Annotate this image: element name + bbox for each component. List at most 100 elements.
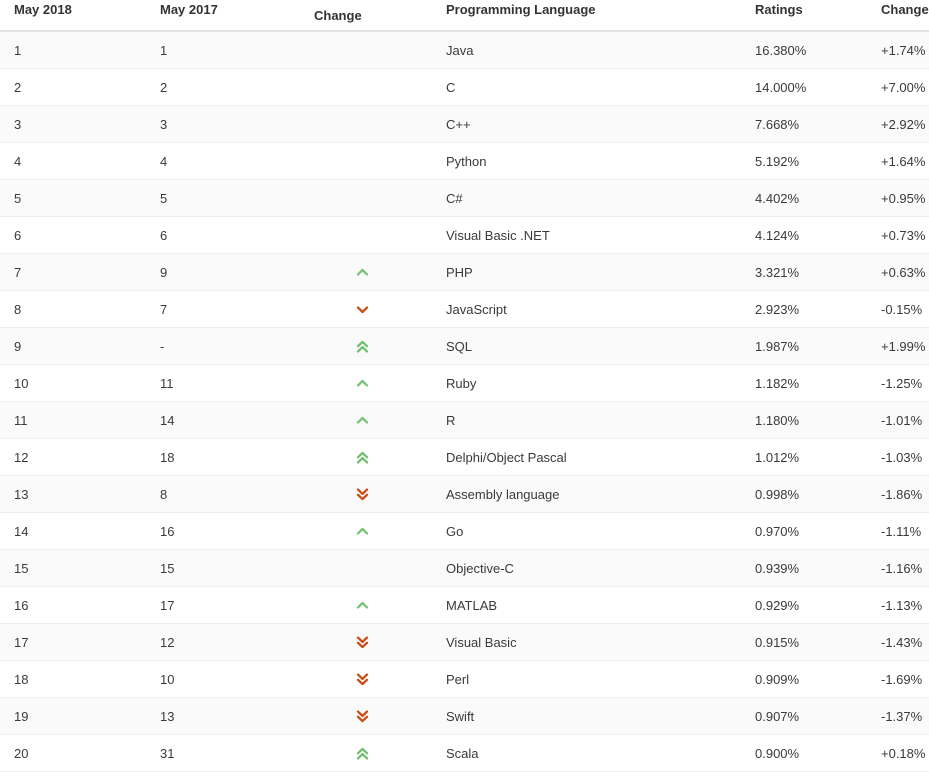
cell-rank-current: 17 (0, 623, 146, 661)
cell-language-name: JavaScript (432, 290, 751, 328)
no-change-placeholder (355, 227, 369, 241)
chevron-double-up-icon (355, 450, 370, 465)
cell-ratings-value: 0.915% (751, 623, 877, 661)
cell-ratings-value: 3.321% (751, 253, 877, 291)
cell-ratings-change: -1.86% (877, 475, 929, 513)
cell-ratings-value: 0.939% (751, 549, 877, 587)
no-change-placeholder (355, 42, 369, 56)
chevron-up-icon (355, 376, 370, 391)
table-row: 17 12 Visual Basic 0.915% -1.43% (0, 623, 929, 661)
cell-rank-current: 1 (0, 31, 146, 69)
cell-change-indicator (292, 216, 432, 254)
cell-change-indicator (292, 734, 432, 772)
cell-rank-current: 2 (0, 68, 146, 106)
cell-ratings-value: 4.402% (751, 179, 877, 217)
cell-language-name: Scala (432, 734, 751, 772)
chevron-down-icon (355, 302, 370, 317)
cell-language-name: C# (432, 179, 751, 217)
cell-ratings-change: -1.69% (877, 660, 929, 698)
cell-rank-current: 12 (0, 438, 146, 476)
no-change-placeholder (355, 116, 369, 130)
chevron-up-icon (355, 413, 370, 428)
table-row: 7 9 PHP 3.321% +0.63% (0, 253, 929, 291)
cell-language-name: Visual Basic (432, 623, 751, 661)
cell-ratings-value: 1.012% (751, 438, 877, 476)
cell-ratings-change: +1.64% (877, 142, 929, 180)
cell-language-name: Assembly language (432, 475, 751, 513)
cell-ratings-change: +0.73% (877, 216, 929, 254)
cell-rank-previous: 10 (146, 660, 292, 698)
cell-ratings-value: 2.923% (751, 290, 877, 328)
cell-ratings-value: 0.998% (751, 475, 877, 513)
table-row: 10 11 Ruby 1.182% -1.25% (0, 364, 929, 402)
table-header: May 2018 May 2017 Change Programming Lan… (0, 0, 929, 32)
cell-ratings-change: -1.43% (877, 623, 929, 661)
column-header-rank-previous: May 2017 (146, 0, 292, 32)
cell-rank-previous: 6 (146, 216, 292, 254)
column-header-rank-current: May 2018 (0, 0, 146, 32)
column-header-ratings-change: Change (877, 0, 929, 32)
cell-change-indicator (292, 253, 432, 291)
table-row: 11 14 R 1.180% -1.01% (0, 401, 929, 439)
cell-ratings-value: 0.907% (751, 697, 877, 735)
table-row: 1 1 Java 16.380% +1.74% (0, 31, 929, 69)
chevron-double-down-icon (355, 487, 370, 502)
cell-change-indicator (292, 660, 432, 698)
table-row: 14 16 Go 0.970% -1.11% (0, 512, 929, 550)
cell-ratings-change: +1.74% (877, 31, 929, 69)
cell-ratings-value: 7.668% (751, 105, 877, 143)
cell-ratings-value: 0.970% (751, 512, 877, 550)
cell-rank-current: 14 (0, 512, 146, 550)
chevron-double-up-icon (355, 339, 370, 354)
table-row: 6 6 Visual Basic .NET 4.124% +0.73% (0, 216, 929, 254)
no-change-placeholder (355, 153, 369, 167)
cell-ratings-value: 1.180% (751, 401, 877, 439)
cell-language-name: Swift (432, 697, 751, 735)
cell-rank-current: 10 (0, 364, 146, 402)
cell-rank-previous: 5 (146, 179, 292, 217)
cell-ratings-change: +0.95% (877, 179, 929, 217)
table-row: 20 31 Scala 0.900% +0.18% (0, 734, 929, 772)
cell-ratings-change: +1.99% (877, 327, 929, 365)
cell-ratings-value: 0.929% (751, 586, 877, 624)
chevron-double-up-icon (355, 746, 370, 761)
cell-rank-current: 4 (0, 142, 146, 180)
programming-language-ranking-table: May 2018 May 2017 Change Programming Lan… (0, 0, 929, 772)
cell-rank-previous: 16 (146, 512, 292, 550)
cell-rank-current: 8 (0, 290, 146, 328)
cell-change-indicator (292, 401, 432, 439)
cell-rank-previous: 9 (146, 253, 292, 291)
cell-rank-previous: 17 (146, 586, 292, 624)
cell-change-indicator (292, 364, 432, 402)
cell-change-indicator (292, 512, 432, 550)
cell-rank-previous: 1 (146, 31, 292, 69)
cell-rank-previous: 12 (146, 623, 292, 661)
cell-ratings-value: 16.380% (751, 31, 877, 69)
cell-change-indicator (292, 179, 432, 217)
cell-rank-current: 7 (0, 253, 146, 291)
cell-ratings-change: -1.37% (877, 697, 929, 735)
cell-language-name: Delphi/Object Pascal (432, 438, 751, 476)
cell-ratings-value: 1.182% (751, 364, 877, 402)
chevron-up-icon (355, 524, 370, 539)
cell-ratings-change: -1.25% (877, 364, 929, 402)
cell-change-indicator (292, 68, 432, 106)
chevron-double-down-icon (355, 635, 370, 650)
cell-rank-previous: 3 (146, 105, 292, 143)
cell-rank-previous: 14 (146, 401, 292, 439)
cell-ratings-change: -0.15% (877, 290, 929, 328)
table-row: 12 18 Delphi/Object Pascal 1.012% -1.03% (0, 438, 929, 476)
chevron-double-down-icon (355, 709, 370, 724)
cell-ratings-change: +0.18% (877, 734, 929, 772)
table-row: 19 13 Swift 0.907% -1.37% (0, 697, 929, 735)
table-row: 13 8 Assembly language 0.998% -1.86% (0, 475, 929, 513)
cell-rank-previous: 11 (146, 364, 292, 402)
cell-language-name: PHP (432, 253, 751, 291)
cell-change-indicator (292, 475, 432, 513)
cell-change-indicator (292, 697, 432, 735)
cell-language-name: Python (432, 142, 751, 180)
cell-rank-previous: 15 (146, 549, 292, 587)
table-row: 4 4 Python 5.192% +1.64% (0, 142, 929, 180)
chevron-up-icon (355, 598, 370, 613)
cell-change-indicator (292, 290, 432, 328)
